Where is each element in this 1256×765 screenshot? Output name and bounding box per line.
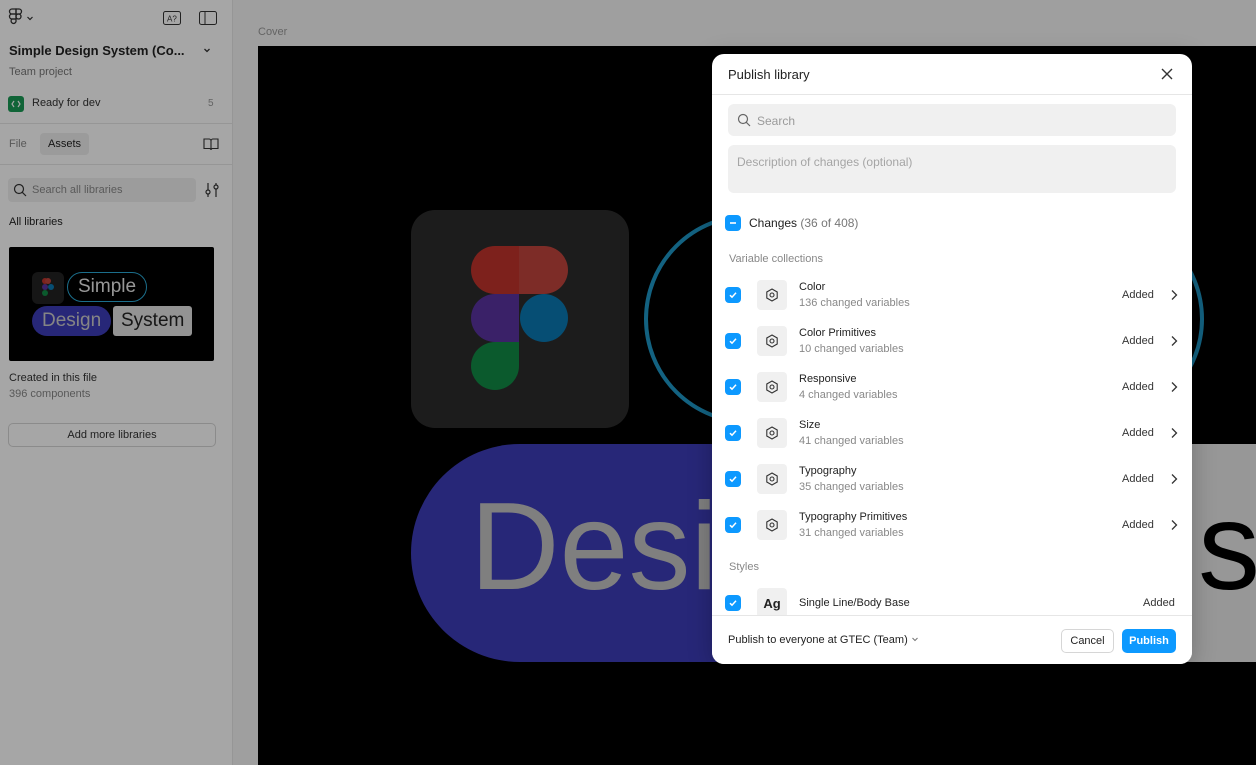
row-name: Color Primitives [799, 327, 877, 339]
variable-collection-icon [757, 372, 787, 402]
check-icon[interactable] [725, 379, 741, 395]
chevron-right-icon[interactable] [1169, 519, 1179, 531]
row-name: Typography [799, 465, 857, 477]
variable-collection-icon [757, 326, 787, 356]
text-style-icon: Ag [757, 588, 787, 618]
row-detail: 35 changed variables [799, 481, 904, 493]
publish-scope-label: Publish to everyone at GTEC (Team) [728, 634, 908, 646]
check-icon[interactable] [725, 287, 741, 303]
close-icon[interactable] [1159, 66, 1175, 82]
cancel-button[interactable]: Cancel [1061, 629, 1114, 653]
status-label: Added [1122, 381, 1154, 393]
row-detail: 136 changed variables [799, 297, 910, 309]
search-placeholder: Search [757, 114, 796, 128]
style-preview-text: Ag [763, 595, 781, 611]
row-detail: 4 changed variables [799, 389, 898, 401]
variable-collection-icon [757, 418, 787, 448]
description-placeholder: Description of changes (optional) [737, 155, 913, 169]
section-variable-collections: Variable collections [729, 253, 823, 265]
publish-scope-dropdown[interactable]: Publish to everyone at GTEC (Team) [728, 634, 919, 646]
row-detail: 41 changed variables [799, 435, 904, 447]
check-icon[interactable] [725, 471, 741, 487]
section-styles: Styles [729, 561, 759, 573]
dialog-title: Publish library [728, 67, 810, 82]
check-icon[interactable] [725, 425, 741, 441]
check-icon[interactable] [725, 595, 741, 611]
chevron-down-icon [911, 634, 919, 646]
changes-label: Changes (36 of 408) [749, 216, 858, 230]
changes-title: Changes [749, 216, 798, 230]
variable-collection-icon [757, 510, 787, 540]
status-label: Added [1122, 519, 1154, 531]
chevron-right-icon[interactable] [1169, 427, 1179, 439]
chevron-right-icon[interactable] [1169, 381, 1179, 393]
changes-count: (36 of 408) [800, 216, 859, 230]
status-label: Added [1122, 335, 1154, 347]
row-name: Typography Primitives [799, 511, 908, 523]
variable-collection-icon [757, 464, 787, 494]
chevron-right-icon[interactable] [1169, 335, 1179, 347]
row-name: Size [799, 419, 821, 431]
publish-button[interactable]: Publish [1122, 629, 1176, 653]
search-icon [737, 113, 751, 130]
row-name: Single Line/Body Base [799, 597, 910, 609]
check-icon[interactable] [725, 333, 741, 349]
chevron-right-icon[interactable] [1169, 473, 1179, 485]
status-label: Added [1143, 597, 1175, 609]
row-name: Color [799, 281, 826, 293]
publish-library-dialog: Publish library Search Description of ch… [712, 54, 1192, 664]
variable-collection-icon [757, 280, 787, 310]
chevron-right-icon[interactable] [1169, 289, 1179, 301]
status-label: Added [1122, 289, 1154, 301]
row-detail: 10 changed variables [799, 343, 904, 355]
dialog-footer: Publish to everyone at GTEC (Team) Cance… [712, 615, 1192, 664]
status-label: Added [1122, 473, 1154, 485]
status-label: Added [1122, 427, 1154, 439]
changes-search-input[interactable]: Search [728, 104, 1176, 136]
description-textarea[interactable]: Description of changes (optional) [728, 145, 1176, 193]
dialog-header: Publish library [712, 54, 1192, 95]
row-detail: 31 changed variables [799, 527, 904, 539]
check-icon[interactable] [725, 517, 741, 533]
row-name: Responsive [799, 373, 857, 385]
changes-select-all-checkbox[interactable] [725, 215, 741, 231]
